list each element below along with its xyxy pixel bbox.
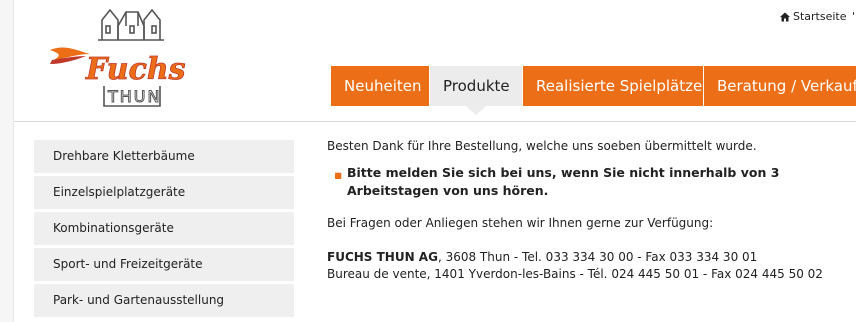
questions-text: Bei Fragen oder Anliegen stehen wir Ihne… <box>327 216 714 230</box>
nav-beratung-verkauf[interactable]: Beratung / Verkauf <box>704 66 856 106</box>
sidebar-item-park-und-gartenausstellung[interactable]: Park- und Gartenausstellung <box>34 284 294 317</box>
nav-produkte[interactable]: Produkte <box>430 66 523 115</box>
sidebar: Drehbare Kletterbäume Einzelspielplatzge… <box>34 140 294 320</box>
logo-graphic: Fuchs THUN <box>50 8 186 107</box>
contact-notice: ▪ Bitte melden Sie sich bei uns, wenn Si… <box>331 164 856 200</box>
nav-realisierte-spielplaetze[interactable]: Realisierte Spielplätze <box>523 66 704 106</box>
page-left-border <box>0 0 14 322</box>
fuchs-thun-logo[interactable]: Fuchs THUN <box>42 6 202 110</box>
page: Fuchs THUN Startseite ' Neuheiten Produk… <box>0 0 856 322</box>
company-name: FUCHS THUN AG <box>327 250 438 264</box>
thanks-message: Besten Dank für Ihre Bestellung, welche … <box>327 139 757 153</box>
address-block: FUCHS THUN AG, 3608 Thun - Tel. 033 334 … <box>327 249 856 283</box>
main-content: Besten Dank für Ihre Bestellung, welche … <box>327 138 856 283</box>
sidebar-item-einzelspielplatzgeraete[interactable]: Einzelspielplatzgeräte <box>34 176 294 209</box>
address-line-1-rest: , 3608 Thun - Tel. 033 334 30 00 - Fax 0… <box>437 250 758 264</box>
header-divider <box>14 121 856 122</box>
sidebar-item-kombinationsgeraete[interactable]: Kombinationsgeräte <box>34 212 294 245</box>
startseite-label: Startseite <box>793 10 847 23</box>
sidebar-item-drehbare-kletterbaeume[interactable]: Drehbare Kletterbäume <box>34 140 294 173</box>
home-icon <box>780 12 790 21</box>
address-line-2: Bureau de vente, 1401 Yverdon-les-Bains … <box>327 267 823 281</box>
address-line-1: FUCHS THUN AG, 3608 Thun - Tel. 033 334 … <box>327 249 856 266</box>
logo-wordmark: Fuchs <box>85 52 186 87</box>
sidebar-item-sport-und-freizeitgeraete[interactable]: Sport- und Freizeitgeräte <box>34 248 294 281</box>
contact-notice-text: Bitte melden Sie sich bei uns, wenn Sie … <box>347 165 780 198</box>
nav-neuheiten[interactable]: Neuheiten <box>331 66 430 106</box>
main-nav: Neuheiten Produkte Realisierte Spielplät… <box>331 66 856 115</box>
cutoff-top-link[interactable]: ' <box>852 10 855 23</box>
bullet-marker: ▪ <box>334 167 343 182</box>
logo-subtext: THUN <box>107 87 161 106</box>
fox-tail-accent <box>50 56 86 64</box>
startseite-link[interactable]: Startseite <box>780 10 847 23</box>
